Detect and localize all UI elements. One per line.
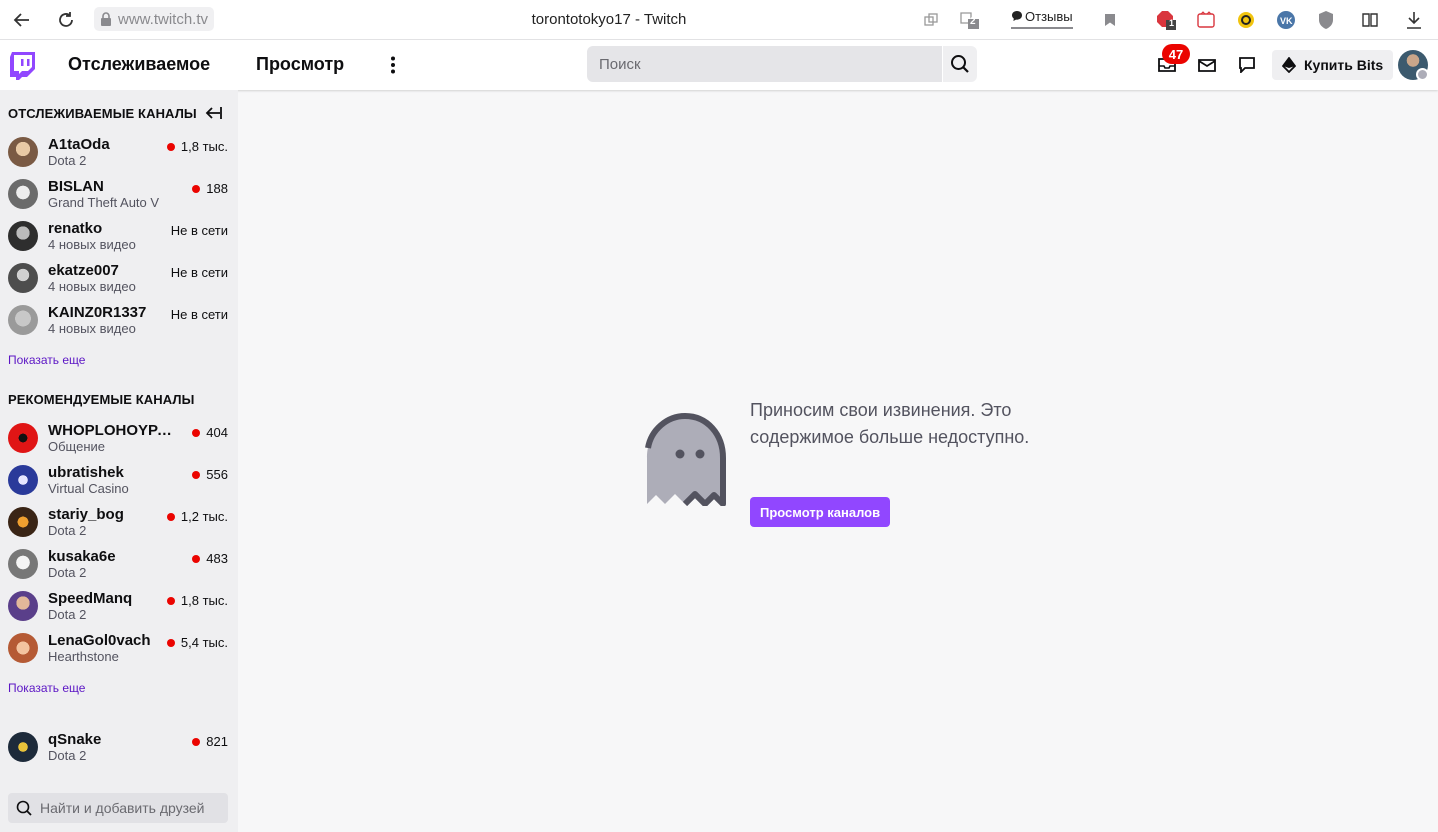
tabs-icon[interactable]: 2 xyxy=(958,9,980,31)
channel-avatar xyxy=(8,732,38,762)
ring-extension-icon[interactable] xyxy=(1235,9,1257,31)
channel-avatar xyxy=(8,465,38,495)
twitch-logo-icon[interactable] xyxy=(10,52,36,85)
adblock-icon[interactable]: 1 xyxy=(1155,9,1177,31)
channel-avatar xyxy=(8,633,38,663)
followed-channel[interactable]: ekatze007 4 новых видео Не в сети xyxy=(0,258,238,300)
unavailable-message: Приносим свои извинения. Это содержимое … xyxy=(750,400,1030,447)
channel-avatar xyxy=(8,305,38,335)
search-icon xyxy=(951,55,969,73)
recommended-channel[interactable]: SpeedManq Dota 2 1,8 тыс. xyxy=(0,586,238,628)
live-indicator xyxy=(192,428,201,437)
bookmark-icon[interactable] xyxy=(1099,9,1121,31)
live-indicator xyxy=(192,737,201,746)
browse-channels-button[interactable]: Просмотр каналов xyxy=(750,497,891,527)
live-indicator xyxy=(192,554,201,563)
copy-icon[interactable] xyxy=(920,9,942,31)
channel-avatar xyxy=(8,507,38,537)
show-more-recommended-link[interactable]: Показать еще xyxy=(8,681,85,695)
search-button[interactable] xyxy=(942,46,977,82)
bits-diamond-icon xyxy=(1282,57,1296,73)
ghost-icon xyxy=(643,412,727,511)
collapse-sidebar-icon[interactable] xyxy=(204,106,222,125)
followed-channels-heading: ОТСЛЕЖИВАЕМЫЕ КАНАЛЫ xyxy=(8,106,197,121)
chat-bubble-icon xyxy=(1012,11,1022,21)
followed-channel[interactable]: A1taOda Dota 2 1,8 тыс. xyxy=(0,132,238,174)
feedback-button[interactable]: Отзывы xyxy=(1011,7,1073,29)
recommended-channel[interactable]: kusaka6e Dota 2 483 xyxy=(0,544,238,586)
more-vertical-icon[interactable] xyxy=(385,53,401,77)
followed-channel[interactable]: KAINZ0R1337 4 новых видео Не в сети xyxy=(0,300,238,342)
channel-avatar xyxy=(8,591,38,621)
shield-icon[interactable] xyxy=(1315,9,1337,31)
notifications-badge: 47 xyxy=(1162,44,1190,64)
recommended-channel[interactable]: WHOPLOHOYPARNISHKA Общение 404 xyxy=(0,418,238,460)
live-indicator xyxy=(192,470,201,479)
top-nav: Отслеживаемое Просмотр 47 Купить Bits xyxy=(0,40,1438,90)
nav-browse[interactable]: Просмотр xyxy=(256,54,344,75)
followed-channel[interactable]: BISLAN Grand Theft Auto V 188 xyxy=(0,174,238,216)
live-indicator xyxy=(166,142,175,151)
user-avatar[interactable] xyxy=(1398,50,1429,81)
inbox-icon[interactable] xyxy=(1196,54,1218,76)
channel-avatar xyxy=(8,263,38,293)
channel-avatar xyxy=(8,423,38,453)
vk-icon[interactable]: VK xyxy=(1275,9,1297,31)
search-icon xyxy=(16,800,32,816)
cat-extension-icon[interactable] xyxy=(1195,9,1217,31)
recommended-channel[interactable]: LenaGol0vach Hearthstone 5,4 тыс. xyxy=(0,628,238,670)
live-indicator xyxy=(192,184,201,193)
live-indicator xyxy=(166,512,175,521)
whispers-icon[interactable] xyxy=(1236,54,1258,76)
nav-following[interactable]: Отслеживаемое xyxy=(68,54,210,75)
friends-search-input[interactable] xyxy=(40,800,220,816)
buy-bits-button[interactable]: Купить Bits xyxy=(1272,50,1394,80)
tab-count-badge: 2 xyxy=(970,16,976,27)
search-input[interactable] xyxy=(587,46,942,82)
recommended-channel[interactable]: ubratishek Virtual Casino 556 xyxy=(0,460,238,502)
channel-avatar xyxy=(8,137,38,167)
svg-text:VK: VK xyxy=(1280,16,1293,26)
ext-badge: 1 xyxy=(1169,18,1175,28)
sidebar: ОТСЛЕЖИВАЕМЫЕ КАНАЛЫ A1taOda Dota 2 1,8 … xyxy=(0,90,238,832)
recommended-channels-heading: РЕКОМЕНДУЕМЫЕ КАНАЛЫ xyxy=(8,392,195,407)
browser-toolbar: www.twitch.tv torontotokyo17 - Twitch 2 … xyxy=(0,0,1438,40)
live-indicator xyxy=(166,638,175,647)
live-indicator xyxy=(166,596,175,605)
followed-channel[interactable]: renatko 4 новых видео Не в сети xyxy=(0,216,238,258)
show-more-followed-link[interactable]: Показать еще xyxy=(8,353,85,367)
search-bar xyxy=(587,46,977,82)
collections-icon[interactable] xyxy=(1359,9,1381,31)
download-icon[interactable] xyxy=(1403,9,1425,31)
recommended-channel[interactable]: stariy_bog Dota 2 1,2 тыс. xyxy=(0,502,238,544)
friends-search xyxy=(8,793,228,823)
channel-item[interactable]: qSnake Dota 2 821 xyxy=(0,727,238,769)
channel-avatar xyxy=(8,179,38,209)
channel-avatar xyxy=(8,221,38,251)
channel-avatar xyxy=(8,549,38,579)
